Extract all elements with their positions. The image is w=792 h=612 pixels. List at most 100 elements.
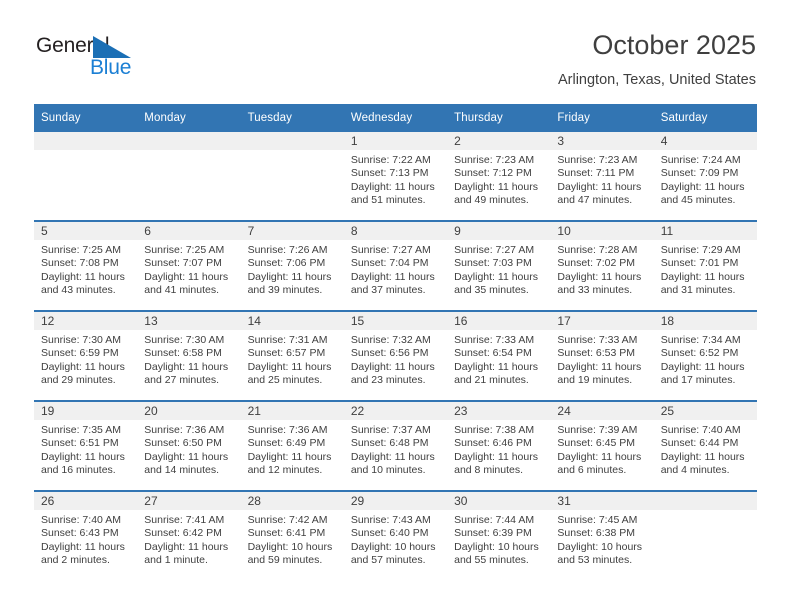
calendar-day-cell[interactable]: 14 Sunrise: 7:31 AM Sunset: 6:57 PM Dayligh… — [240, 311, 344, 402]
calendar-day-cell[interactable]: 29 Sunrise: 7:43 AM Sunset: 6:40 PM Dayligh… — [343, 491, 448, 580]
day-cell-body: 28 Sunrise: 7:42 AM Sunset: 6:41 PM Dayligh… — [240, 492, 344, 580]
weekday-header-tuesday: Tuesday — [240, 104, 344, 132]
day-cell-body — [653, 492, 757, 580]
calendar-day-cell[interactable]: 20 Sunrise: 7:36 AM Sunset: 6:50 PM Dayligh… — [137, 401, 241, 492]
day-info: Sunrise: 7:44 AM Sunset: 6:39 PM Daylight:… — [447, 510, 550, 568]
calendar-day-cell[interactable]: 7 Sunrise: 7:26 AM Sunset: 7:06 PM Daylight… — [240, 221, 344, 312]
day-number: 10 — [550, 222, 654, 240]
calendar-day-cell[interactable]: 18 Sunrise: 7:34 AM Sunset: 6:52 PM Dayligh… — [653, 311, 757, 402]
day-info: Sunrise: 7:23 AM Sunset: 7:11 PM Daylight:… — [550, 150, 653, 208]
calendar-day-cell[interactable]: 19 Sunrise: 7:35 AM Sunset: 6:51 PM Dayligh… — [34, 401, 138, 492]
sunset-text: Sunset: 6:56 PM — [350, 347, 429, 360]
sunrise-text: Sunrise: 7:39 AM — [557, 424, 638, 436]
day-info: Sunrise: 7:33 AM Sunset: 6:54 PM Daylight:… — [447, 330, 550, 388]
calendar-day-cell[interactable]: 10 Sunrise: 7:28 AM Sunset: 7:02 PM Dayligh… — [550, 221, 654, 312]
day-number: 8 — [343, 222, 448, 240]
calendar-day-cell[interactable]: 12 Sunrise: 7:30 AM Sunset: 6:59 PM Dayligh… — [34, 311, 138, 402]
day-info: Sunrise: 7:37 AM Sunset: 6:48 PM Daylight:… — [344, 420, 447, 478]
daylight-text: Daylight: 11 hours and 35 minutes. — [454, 270, 538, 297]
calendar-day-cell[interactable]: 22 Sunrise: 7:37 AM Sunset: 6:48 PM Dayligh… — [343, 401, 448, 492]
sunrise-text: Sunrise: 7:33 AM — [557, 334, 638, 346]
sunrise-text: Sunrise: 7:41 AM — [144, 514, 225, 526]
day-cell-body: 7 Sunrise: 7:26 AM Sunset: 7:06 PM Daylight… — [240, 222, 344, 310]
day-info: Sunrise: 7:43 AM Sunset: 6:40 PM Daylight:… — [344, 510, 447, 568]
sunrise-text: Sunrise: 7:23 AM — [454, 154, 535, 166]
calendar-day-cell[interactable]: 8 Sunrise: 7:27 AM Sunset: 7:04 PM Daylight… — [343, 221, 448, 312]
sunset-text: Sunset: 7:12 PM — [454, 167, 532, 180]
weekday-header-thursday: Thursday — [447, 104, 551, 132]
calendar-day-cell[interactable]: 11 Sunrise: 7:29 AM Sunset: 7:01 PM Dayligh… — [653, 221, 757, 312]
sunset-text: Sunset: 6:48 PM — [350, 437, 429, 450]
calendar-day-cell[interactable]: 4 Sunrise: 7:24 AM Sunset: 7:09 PM Daylight… — [653, 132, 757, 222]
general-blue-logo[interactable]: General Blue — [36, 33, 166, 85]
day-number: 5 — [34, 222, 138, 240]
day-cell-body: 23 Sunrise: 7:38 AM Sunset: 6:46 PM Dayligh… — [447, 402, 551, 490]
daylight-text: Daylight: 11 hours and 41 minutes. — [144, 270, 229, 297]
day-number: 18 — [653, 312, 757, 330]
sunrise-text: Sunrise: 7:34 AM — [660, 334, 741, 346]
weekday-header-saturday: Saturday — [653, 104, 757, 132]
calendar-day-cell[interactable]: 16 Sunrise: 7:33 AM Sunset: 6:54 PM Dayligh… — [447, 311, 551, 402]
day-info: Sunrise: 7:38 AM Sunset: 6:46 PM Daylight:… — [447, 420, 550, 478]
day-number: 4 — [653, 132, 757, 150]
day-number: 30 — [447, 492, 551, 510]
calendar-day-cell[interactable]: 13 Sunrise: 7:30 AM Sunset: 6:58 PM Dayligh… — [137, 311, 241, 402]
sunset-text: Sunset: 6:52 PM — [660, 347, 739, 360]
daylight-text: Daylight: 11 hours and 6 minutes. — [557, 450, 642, 477]
day-cell-body: 26 Sunrise: 7:40 AM Sunset: 6:43 PM Dayligh… — [34, 492, 138, 580]
daylight-text: Daylight: 11 hours and 51 minutes. — [350, 180, 435, 207]
calendar-day-cell[interactable]: 24 Sunrise: 7:39 AM Sunset: 6:45 PM Dayligh… — [550, 401, 654, 492]
calendar-header-row: Sunday Monday Tuesday Wednesday Thursday… — [34, 104, 757, 132]
sunset-text: Sunset: 6:43 PM — [41, 527, 119, 540]
sunrise-text: Sunrise: 7:27 AM — [350, 244, 431, 256]
day-number — [653, 492, 757, 510]
sunset-text: Sunset: 6:59 PM — [41, 347, 119, 360]
sunrise-text: Sunrise: 7:44 AM — [454, 514, 535, 526]
daylight-text: Daylight: 11 hours and 21 minutes. — [454, 360, 538, 387]
calendar-day-cell[interactable]: 25 Sunrise: 7:40 AM Sunset: 6:44 PM Dayligh… — [653, 401, 757, 492]
calendar-day-cell[interactable]: 9 Sunrise: 7:27 AM Sunset: 7:03 PM Daylight… — [447, 221, 551, 312]
calendar-day-cell[interactable]: 2 Sunrise: 7:23 AM Sunset: 7:12 PM Daylight… — [447, 132, 551, 222]
page-header: General Blue October 2025 Arlington, Tex… — [0, 0, 792, 100]
sunset-text: Sunset: 6:45 PM — [557, 437, 636, 450]
sunset-text: Sunset: 7:04 PM — [350, 257, 429, 270]
page-subtitle: Arlington, Texas, United States — [557, 72, 756, 88]
weekday-header-sunday: Sunday — [34, 104, 138, 132]
day-info: Sunrise: 7:32 AM Sunset: 6:56 PM Daylight:… — [344, 330, 447, 388]
day-cell-body: 18 Sunrise: 7:34 AM Sunset: 6:52 PM Dayligh… — [653, 312, 757, 400]
calendar-day-cell[interactable]: 1 Sunrise: 7:22 AM Sunset: 7:13 PM Daylight… — [343, 132, 448, 222]
day-info: Sunrise: 7:36 AM Sunset: 6:49 PM Daylight:… — [241, 420, 344, 478]
calendar-day-cell[interactable]: 31 Sunrise: 7:45 AM Sunset: 6:38 PM Dayligh… — [550, 491, 654, 580]
day-info: Sunrise: 7:30 AM Sunset: 6:58 PM Daylight:… — [137, 330, 240, 388]
day-cell-body: 20 Sunrise: 7:36 AM Sunset: 6:50 PM Dayligh… — [137, 402, 241, 490]
day-number: 20 — [137, 402, 241, 420]
calendar-day-cell[interactable]: 17 Sunrise: 7:33 AM Sunset: 6:53 PM Dayligh… — [550, 311, 654, 402]
calendar-day-cell[interactable]: 28 Sunrise: 7:42 AM Sunset: 6:41 PM Dayligh… — [240, 491, 344, 580]
sunrise-text: Sunrise: 7:32 AM — [350, 334, 431, 346]
weekday-header-monday: Monday — [137, 104, 241, 132]
calendar-page: General Blue October 2025 Arlington, Tex… — [0, 0, 792, 612]
day-cell-body: 31 Sunrise: 7:45 AM Sunset: 6:38 PM Dayligh… — [550, 492, 654, 580]
day-info: Sunrise: 7:22 AM Sunset: 7:13 PM Daylight:… — [344, 150, 447, 208]
day-cell-body: 10 Sunrise: 7:28 AM Sunset: 7:02 PM Dayligh… — [550, 222, 654, 310]
calendar-day-cell[interactable]: 3 Sunrise: 7:23 AM Sunset: 7:11 PM Daylight… — [550, 132, 654, 222]
calendar-day-cell[interactable]: 26 Sunrise: 7:40 AM Sunset: 6:43 PM Dayligh… — [34, 491, 138, 580]
page-title: October 2025 — [592, 30, 756, 60]
sunrise-text: Sunrise: 7:23 AM — [557, 154, 638, 166]
day-info: Sunrise: 7:26 AM Sunset: 7:06 PM Daylight:… — [241, 240, 344, 298]
calendar-day-cell[interactable]: 6 Sunrise: 7:25 AM Sunset: 7:07 PM Daylight… — [137, 221, 241, 312]
daylight-text: Daylight: 11 hours and 29 minutes. — [41, 360, 125, 387]
sunrise-text: Sunrise: 7:36 AM — [247, 424, 328, 436]
day-info: Sunrise: 7:39 AM Sunset: 6:45 PM Daylight:… — [550, 420, 653, 478]
calendar-day-cell[interactable]: 15 Sunrise: 7:32 AM Sunset: 6:56 PM Dayligh… — [343, 311, 448, 402]
calendar-day-cell[interactable]: 23 Sunrise: 7:38 AM Sunset: 6:46 PM Dayligh… — [447, 401, 551, 492]
day-number: 24 — [550, 402, 654, 420]
calendar-day-cell[interactable]: 21 Sunrise: 7:36 AM Sunset: 6:49 PM Dayligh… — [240, 401, 344, 492]
day-info: Sunrise: 7:35 AM Sunset: 6:51 PM Daylight:… — [34, 420, 137, 478]
calendar-day-cell[interactable]: 5 Sunrise: 7:25 AM Sunset: 7:08 PM Daylight… — [34, 221, 138, 312]
calendar-day-cell[interactable]: 30 Sunrise: 7:44 AM Sunset: 6:39 PM Dayligh… — [447, 491, 551, 580]
day-number: 17 — [550, 312, 654, 330]
calendar-day-cell[interactable]: 27 Sunrise: 7:41 AM Sunset: 6:42 PM Dayligh… — [137, 491, 241, 580]
day-number: 19 — [34, 402, 138, 420]
calendar-day-cell — [34, 132, 138, 222]
